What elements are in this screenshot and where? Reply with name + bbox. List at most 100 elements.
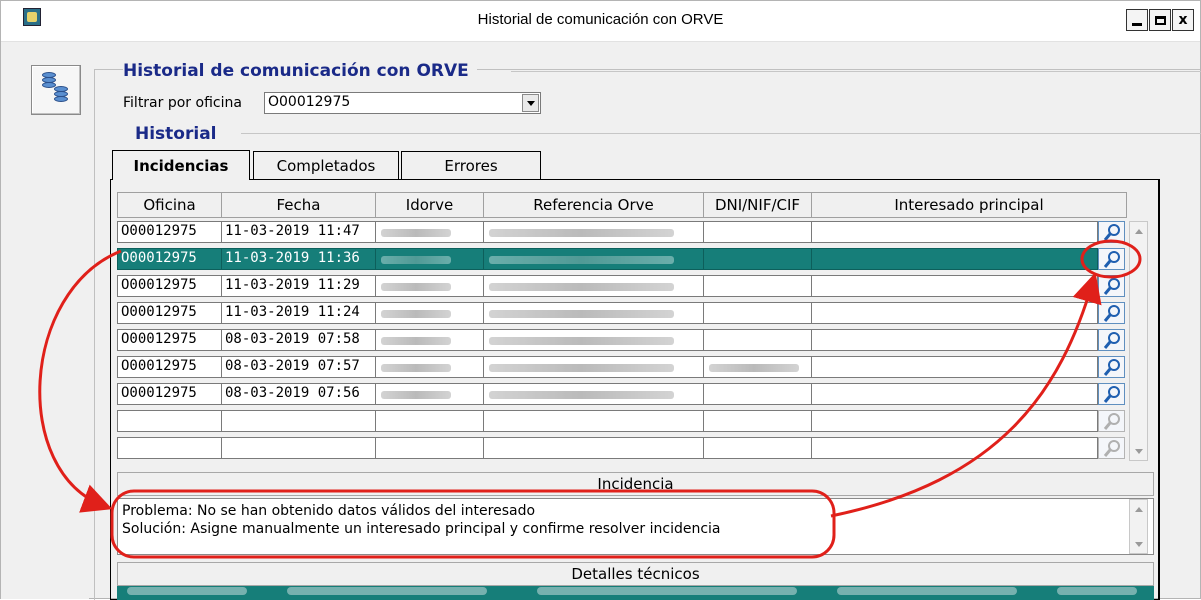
tab-incidencias[interactable]: Incidencias bbox=[112, 150, 250, 180]
cell-referencia[interactable] bbox=[483, 383, 704, 405]
cell-interesado[interactable] bbox=[811, 221, 1098, 243]
cell-idorve[interactable] bbox=[375, 437, 484, 459]
scroll-down-icon[interactable] bbox=[1132, 444, 1146, 458]
cell-idorve[interactable] bbox=[375, 248, 484, 270]
cell-referencia[interactable] bbox=[483, 356, 704, 378]
detalles-text[interactable] bbox=[117, 586, 1154, 600]
magnifier-icon bbox=[1103, 440, 1120, 457]
incidencia-scrollbar[interactable] bbox=[1129, 499, 1148, 554]
redacted-value bbox=[489, 337, 674, 345]
cell-referencia[interactable] bbox=[483, 437, 704, 459]
column-header-idorve[interactable]: Idorve bbox=[375, 192, 484, 218]
cell-oficina[interactable]: O00012975 bbox=[117, 302, 222, 324]
search-interesado-button[interactable] bbox=[1098, 356, 1125, 378]
database-tool-button[interactable] bbox=[31, 65, 81, 115]
search-interesado-button[interactable] bbox=[1098, 221, 1125, 243]
scroll-down-icon[interactable] bbox=[1132, 537, 1146, 551]
cell-oficina[interactable]: O00012975 bbox=[117, 248, 222, 270]
cell-interesado[interactable] bbox=[811, 302, 1098, 324]
cell-fecha[interactable] bbox=[221, 437, 376, 459]
cell-fecha[interactable]: 08-03-2019 07:58 bbox=[221, 329, 376, 351]
cell-dni[interactable] bbox=[703, 410, 812, 432]
maximize-button[interactable] bbox=[1149, 9, 1171, 31]
cell-dni[interactable] bbox=[703, 302, 812, 324]
cell-interesado[interactable] bbox=[811, 437, 1098, 459]
cell-fecha[interactable] bbox=[221, 410, 376, 432]
cell-dni[interactable] bbox=[703, 248, 812, 270]
column-header-dni[interactable]: DNI/NIF/CIF bbox=[703, 192, 812, 218]
cell-fecha[interactable]: 11-03-2019 11:47 bbox=[221, 221, 376, 243]
tab-errores[interactable]: Errores bbox=[401, 151, 541, 179]
magnifier-icon bbox=[1103, 359, 1120, 376]
cell-idorve[interactable] bbox=[375, 302, 484, 324]
cell-dni[interactable] bbox=[703, 383, 812, 405]
cell-interesado[interactable] bbox=[811, 275, 1098, 297]
cell-fecha[interactable]: 11-03-2019 11:29 bbox=[221, 275, 376, 297]
cell-fecha[interactable]: 11-03-2019 11:36 bbox=[221, 248, 376, 270]
cell-dni[interactable] bbox=[703, 437, 812, 459]
cell-fecha[interactable]: 08-03-2019 07:56 bbox=[221, 383, 376, 405]
cell-dni[interactable] bbox=[703, 275, 812, 297]
cell-dni[interactable] bbox=[703, 221, 812, 243]
cell-oficina[interactable] bbox=[117, 410, 222, 432]
cell-interesado[interactable] bbox=[811, 329, 1098, 351]
cell-idorve[interactable] bbox=[375, 275, 484, 297]
incidencia-text[interactable]: Problema: No se han obtenido datos válid… bbox=[117, 498, 1154, 555]
cell-referencia[interactable] bbox=[483, 221, 704, 243]
column-header-oficina[interactable]: Oficina bbox=[117, 192, 222, 218]
cell-fecha[interactable]: 08-03-2019 07:57 bbox=[221, 356, 376, 378]
cell-referencia[interactable] bbox=[483, 275, 704, 297]
cell-dni[interactable] bbox=[703, 329, 812, 351]
cell-idorve[interactable] bbox=[375, 329, 484, 351]
close-button[interactable]: x bbox=[1172, 9, 1194, 31]
cell-interesado[interactable] bbox=[811, 356, 1098, 378]
search-interesado-button[interactable] bbox=[1098, 437, 1125, 459]
tab-completados[interactable]: Completados bbox=[253, 151, 399, 179]
dropdown-button[interactable] bbox=[522, 94, 539, 112]
cell-interesado[interactable] bbox=[811, 383, 1098, 405]
cell-oficina[interactable]: O00012975 bbox=[117, 356, 222, 378]
redacted-value bbox=[381, 310, 451, 318]
scroll-up-icon[interactable] bbox=[1132, 224, 1146, 238]
cell-referencia[interactable] bbox=[483, 302, 704, 324]
magnifier-icon bbox=[1103, 224, 1120, 241]
redacted-value bbox=[381, 391, 451, 399]
cell-referencia[interactable] bbox=[483, 410, 704, 432]
cell-referencia[interactable] bbox=[483, 329, 704, 351]
cell-referencia[interactable] bbox=[483, 248, 704, 270]
cell-interesado[interactable] bbox=[811, 248, 1098, 270]
left-rail bbox=[1, 42, 89, 599]
search-interesado-button[interactable] bbox=[1098, 248, 1125, 270]
cell-interesado[interactable] bbox=[811, 410, 1098, 432]
office-filter-select[interactable]: O00012975 bbox=[264, 92, 541, 114]
main-window: Historial de comunicación con ORVE x His… bbox=[0, 0, 1201, 600]
cell-oficina[interactable] bbox=[117, 437, 222, 459]
column-header-fecha[interactable]: Fecha bbox=[221, 192, 376, 218]
cell-fecha[interactable]: 11-03-2019 11:24 bbox=[221, 302, 376, 324]
redacted-value bbox=[489, 310, 674, 318]
cell-idorve[interactable] bbox=[375, 383, 484, 405]
cell-idorve[interactable] bbox=[375, 221, 484, 243]
cell-oficina[interactable]: O00012975 bbox=[117, 275, 222, 297]
search-interesado-button[interactable] bbox=[1098, 410, 1125, 432]
cell-idorve[interactable] bbox=[375, 356, 484, 378]
scroll-up-icon[interactable] bbox=[1132, 502, 1146, 516]
minimize-button[interactable] bbox=[1126, 9, 1148, 31]
cell-oficina[interactable]: O00012975 bbox=[117, 329, 222, 351]
redacted-value bbox=[489, 283, 674, 291]
cell-idorve[interactable] bbox=[375, 410, 484, 432]
redacted-value bbox=[381, 364, 451, 372]
title-bar: Historial de comunicación con ORVE x bbox=[1, 1, 1200, 42]
cell-dni[interactable] bbox=[703, 356, 812, 378]
cell-oficina[interactable]: O00012975 bbox=[117, 221, 222, 243]
grid-scrollbar[interactable] bbox=[1129, 221, 1148, 461]
redacted-value bbox=[709, 364, 799, 372]
search-interesado-button[interactable] bbox=[1098, 329, 1125, 351]
group-divider bbox=[511, 71, 1201, 72]
search-interesado-button[interactable] bbox=[1098, 275, 1125, 297]
cell-oficina[interactable]: O00012975 bbox=[117, 383, 222, 405]
column-header-interesado[interactable]: Interesado principal bbox=[811, 192, 1127, 218]
search-interesado-button[interactable] bbox=[1098, 302, 1125, 324]
column-header-referencia[interactable]: Referencia Orve bbox=[483, 192, 704, 218]
search-interesado-button[interactable] bbox=[1098, 383, 1125, 405]
